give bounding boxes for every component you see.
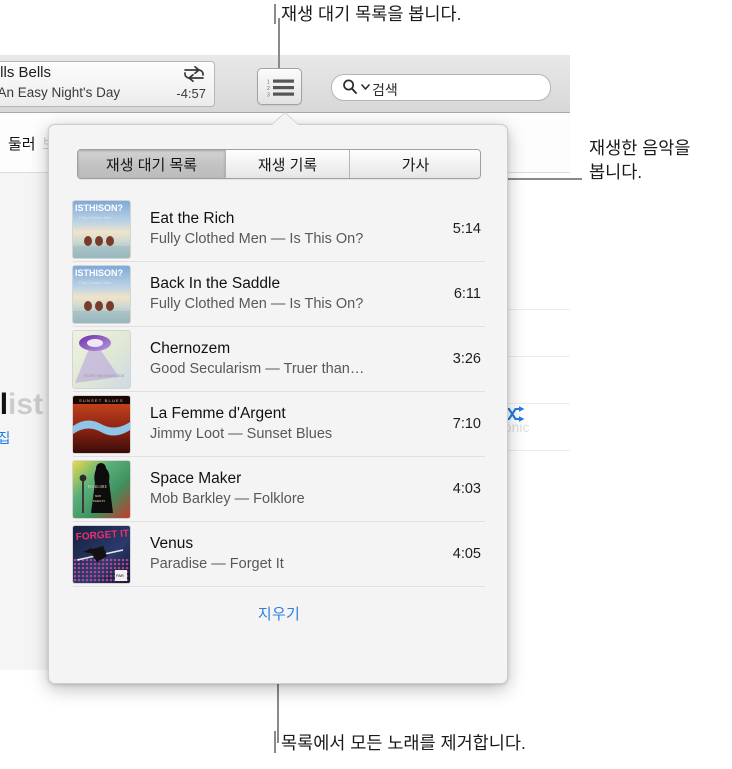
sunset-blues-artwork: SUNSET BLUES (73, 395, 130, 453)
track-duration: 6:11 (453, 286, 481, 302)
list-item[interactable]: ISTHISON? Fully Clothed Men Back In the … (73, 262, 485, 327)
track-title: La Femme d'Argent (150, 405, 286, 422)
truer-than-artwork: TRUER THAN NONFICTION (73, 330, 130, 388)
list-item[interactable]: FOLKLORE MOB BARKLEY Space Maker Mob Bar… (73, 457, 485, 522)
queue-list-icon: 1 2 3 (267, 78, 295, 99)
now-playing-subtitle: — An Easy Night's Day (0, 85, 121, 100)
queue-button[interactable]: 1 2 3 (257, 68, 302, 105)
callout-top-tick (274, 4, 276, 24)
callout-bottom-tick (274, 731, 276, 753)
track-duration: 4:05 (452, 546, 481, 562)
callout-top-leader (278, 18, 280, 70)
repeat-icon[interactable] (182, 65, 206, 83)
track-title: Venus (150, 535, 194, 552)
playlist-edit-link[interactable]: 편집 (0, 430, 10, 446)
tab-up-next[interactable]: 재생 대기 목록 (78, 150, 226, 178)
svg-text:3: 3 (267, 93, 270, 98)
forget-it-artwork: FORGET IT PAR (73, 525, 130, 583)
svg-text:PAR: PAR (116, 573, 124, 578)
tab-lyrics[interactable]: 가사 (350, 150, 480, 178)
popover-arrow (271, 113, 299, 126)
callout-right-text: 재생한 음악을 봅니다. (589, 138, 691, 182)
track-title: Eat the Rich (150, 210, 235, 227)
callout-top-text: 재생 대기 목록을 봅니다. (281, 4, 462, 24)
track-subtitle: Paradise — Forget It (150, 556, 284, 572)
svg-text:ISTHISON?: ISTHISON? (75, 203, 123, 213)
track-title: Chernozem (150, 340, 231, 357)
remaining-time: -4:57 (176, 86, 206, 101)
tab-history[interactable]: 재생 기록 (226, 150, 350, 178)
track-title: Back In the Saddle (150, 275, 281, 292)
list-item[interactable]: SUNSET BLUES La Femme d'Argent Jimmy Loo… (73, 392, 485, 457)
svg-text:BARKLEY: BARKLEY (93, 500, 105, 503)
track-subtitle: Mob Barkley — Folklore (150, 491, 305, 507)
list-item[interactable]: FORGET IT PAR Venus Paradise — Forget It… (73, 522, 485, 587)
svg-text:MOB: MOB (95, 495, 101, 498)
track-subtitle: Good Secularism — Truer than… (150, 361, 365, 377)
svg-text:ISTHISON?: ISTHISON? (75, 268, 123, 278)
callout-bottom-text: 목록에서 모든 노래를 제거합니다. (281, 733, 526, 753)
list-item[interactable]: TRUER THAN NONFICTION Chernozem Good Sec… (73, 327, 485, 392)
chevron-down-icon[interactable] (361, 78, 370, 101)
playlist-title: laylist (0, 388, 44, 421)
track-duration: 5:14 (452, 221, 481, 237)
track-duration: 4:03 (452, 481, 481, 497)
folklore-artwork: FOLKLORE MOB BARKLEY (73, 460, 130, 518)
is-this-on-artwork: ISTHISON? Fully Clothed Men (73, 265, 130, 323)
screenshot-root: Hells Bells — An Easy Night's Day -4:57 … (0, 0, 732, 769)
track-subtitle: Fully Clothed Men — Is This On? (150, 231, 364, 247)
track-subtitle: Fully Clothed Men — Is This On? (150, 296, 364, 312)
track-subtitle: Jimmy Loot — Sunset Blues (150, 426, 333, 442)
svg-text:Fully Clothed Men: Fully Clothed Men (79, 280, 111, 285)
is-this-on-artwork: ISTHISON? Fully Clothed Men (73, 200, 130, 258)
track-title: Space Maker (150, 470, 242, 487)
track-duration: 3:26 (452, 351, 481, 367)
topnav-item-browse[interactable]: 둘러 (8, 133, 36, 154)
up-next-list: ISTHISON? Fully Clothed Men Eat the Rich… (73, 197, 485, 587)
search-placeholder: 검색 (372, 81, 398, 98)
svg-text:1: 1 (267, 80, 270, 86)
svg-text:FOLKLORE: FOLKLORE (88, 485, 108, 489)
now-playing-title: Hells Bells (0, 64, 52, 81)
up-next-popover: 재생 대기 목록 재생 기록 가사 ISTHISON? Fully Clothe… (48, 113, 509, 684)
search-input[interactable]: 검색 (331, 74, 551, 101)
svg-text:Fully Clothed Men: Fully Clothed Men (79, 215, 111, 220)
track-duration: 7:10 (452, 416, 481, 432)
playlist-meta: 6분 편집 (0, 428, 10, 448)
now-playing-display[interactable]: Hells Bells — An Easy Night's Day -4:57 (0, 61, 215, 107)
clear-queue-link[interactable]: 지우기 (49, 603, 509, 624)
search-magnifier-icon (342, 78, 359, 101)
list-item[interactable]: ISTHISON? Fully Clothed Men Eat the Rich… (73, 197, 485, 262)
svg-text:2: 2 (267, 86, 270, 92)
svg-text:TRUER THAN NONFICTION: TRUER THAN NONFICTION (83, 374, 125, 378)
svg-text:SUNSET BLUES: SUNSET BLUES (79, 398, 124, 403)
popover-tabs: 재생 대기 목록 재생 기록 가사 (77, 149, 481, 179)
